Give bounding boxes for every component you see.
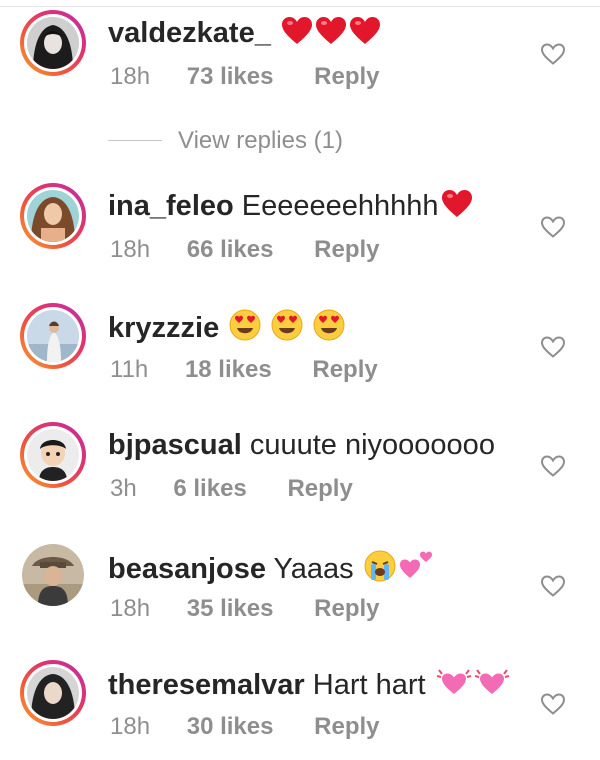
heart-eyes-emoji (313, 309, 345, 349)
heart-outline-icon[interactable] (540, 335, 566, 359)
comment-line: theresemalvar Hart hart (108, 666, 510, 706)
comment-text: Yaaas (273, 553, 354, 585)
comment-time: 18h (110, 236, 151, 263)
comment-meta: 18h 73 likes Reply (110, 62, 380, 92)
heart-outline-icon[interactable] (540, 574, 566, 598)
crying-face-emoji (364, 550, 396, 590)
comment-time: 11h (110, 356, 149, 383)
comment-item: ina_feleo Eeeeeeehhhhh 18h 66 likes Repl… (0, 183, 600, 283)
comment-meta: 18h 35 likes Reply (110, 594, 380, 624)
avatar[interactable] (20, 660, 86, 726)
comment-meta: 11h 18 likes Reply (110, 355, 378, 385)
avatar[interactable] (20, 422, 86, 488)
comment-item: valdezkate_ 18h 73 likes Reply (0, 10, 600, 110)
comment-meta: 18h 66 likes Reply (110, 235, 380, 265)
comment-likes[interactable]: 30 likes (187, 712, 274, 742)
comment-time: 18h (110, 595, 151, 622)
comment-time: 18h (110, 713, 151, 740)
reply-button[interactable]: Reply (314, 594, 379, 624)
comment-item: beasanjose Yaaas 18h 35 likes Reply (0, 542, 600, 642)
comment-username[interactable]: kryzzzie (108, 312, 219, 344)
reply-button[interactable]: Reply (314, 712, 379, 742)
comment-time: 3h (110, 475, 137, 502)
view-replies-divider (108, 140, 162, 141)
comment-item: bjpascual cuuute niyooooooo 3h 6 likes R… (0, 422, 600, 522)
red-heart-emoji (349, 16, 381, 54)
red-heart-emoji (441, 189, 473, 227)
comment-item: kryzzzie 11h 18 likes Reply (0, 303, 600, 403)
heart-eyes-emoji (229, 309, 261, 349)
comment-likes[interactable]: 73 likes (187, 62, 274, 92)
comment-line: ina_feleo Eeeeeeehhhhh (108, 189, 473, 227)
beating-heart-emoji (436, 666, 472, 706)
comment-likes[interactable]: 35 likes (187, 594, 274, 624)
heart-outline-icon[interactable] (540, 692, 566, 716)
reply-button[interactable]: Reply (314, 62, 379, 92)
comment-meta: 3h 6 likes Reply (110, 474, 353, 504)
red-heart-emoji (315, 16, 347, 54)
reply-button[interactable]: Reply (314, 235, 379, 265)
comment-username[interactable]: theresemalvar (108, 669, 305, 701)
comment-item: theresemalvar Hart hart 18h 30 likes Rep… (0, 660, 600, 760)
comment-line: beasanjose Yaaas (108, 548, 434, 590)
avatar[interactable] (20, 542, 86, 608)
reply-button[interactable]: Reply (312, 355, 377, 385)
avatar[interactable] (20, 303, 86, 369)
comment-line: valdezkate_ (108, 16, 381, 54)
comment-username[interactable]: beasanjose (108, 553, 266, 585)
comment-text: Eeeeeeehhhhh (241, 190, 439, 222)
heart-outline-icon[interactable] (540, 42, 566, 66)
avatar[interactable] (20, 183, 86, 249)
heart-outline-icon[interactable] (540, 454, 566, 478)
avatar[interactable] (20, 10, 86, 76)
comment-line: kryzzzie (108, 309, 345, 349)
comment-likes[interactable]: 6 likes (173, 474, 246, 504)
comment-time: 18h (110, 63, 151, 90)
comment-likes[interactable]: 66 likes (187, 235, 274, 265)
heart-eyes-emoji (271, 309, 303, 349)
reply-button[interactable]: Reply (287, 474, 352, 504)
two-hearts-emoji (398, 548, 434, 590)
comment-text: Hart hart (312, 669, 426, 701)
comment-username[interactable]: ina_feleo (108, 190, 234, 222)
heart-outline-icon[interactable] (540, 215, 566, 239)
comment-line: bjpascual cuuute niyooooooo (108, 428, 495, 462)
comment-likes[interactable]: 18 likes (185, 355, 272, 385)
comment-meta: 18h 30 likes Reply (110, 712, 380, 742)
top-divider (0, 6, 600, 7)
comment-username[interactable]: bjpascual (108, 429, 242, 461)
comment-text: cuuute niyooooooo (249, 429, 495, 461)
red-heart-emoji (281, 16, 313, 54)
comment-username[interactable]: valdezkate_ (108, 17, 271, 49)
view-replies-label[interactable]: View replies (1) (178, 126, 343, 156)
beating-heart-emoji (474, 666, 510, 706)
view-replies-button[interactable]: View replies (1) (108, 126, 408, 156)
